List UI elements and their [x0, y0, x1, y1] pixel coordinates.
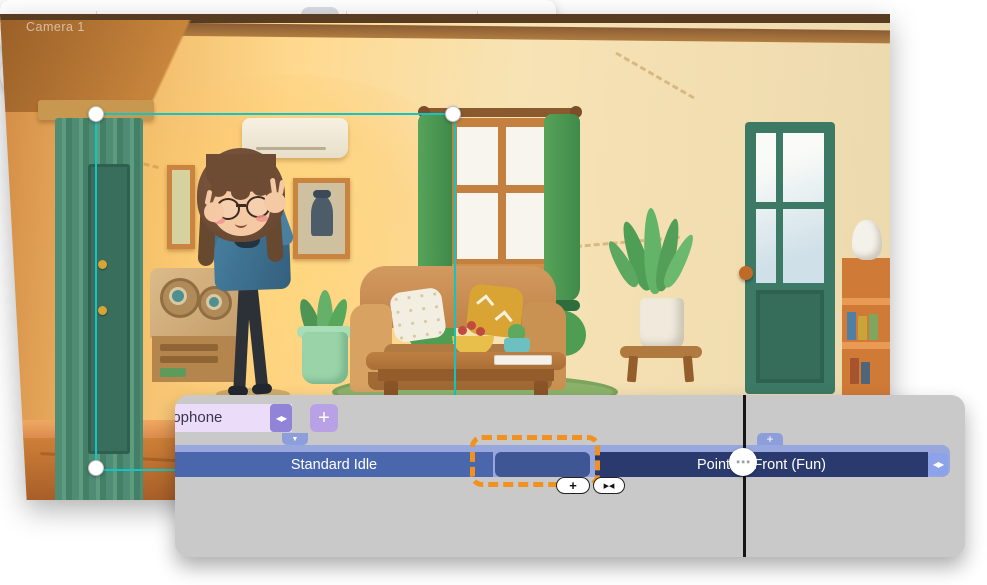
selection-handle-bottom-left[interactable]	[88, 460, 104, 476]
align-segments-button[interactable]: ▶◀	[593, 477, 625, 494]
selection-handle-top-left[interactable]	[88, 106, 104, 122]
right-door	[745, 122, 835, 394]
stool-leg	[683, 356, 694, 383]
stool-leg	[627, 356, 638, 383]
add-segment-tab[interactable]: +	[757, 433, 783, 445]
right-door-panel	[756, 290, 824, 383]
segment-resize-handle[interactable]: ◀▶	[928, 453, 948, 476]
berry	[458, 326, 467, 335]
timeline-panel: Microphone ◀▶ + ▼ Standard Idle Pointing…	[175, 395, 965, 557]
pillow-pattern	[476, 294, 494, 312]
camera-label: Camera 1	[26, 20, 85, 34]
motion-segment-pointing-front[interactable]: Pointing Front (Fun)	[595, 452, 928, 477]
wall-shelf	[842, 258, 890, 398]
book	[861, 362, 870, 384]
window-mullion	[498, 127, 506, 259]
book	[847, 312, 856, 340]
audio-track-label: Microphone	[175, 404, 222, 432]
book-on-table	[494, 355, 552, 365]
add-audio-button[interactable]: +	[310, 404, 338, 432]
berry	[467, 321, 476, 330]
shelf-board	[842, 342, 890, 349]
wall-crack	[615, 52, 694, 100]
right-door-mullion	[756, 202, 824, 209]
book	[858, 316, 867, 340]
segment-more-button[interactable]: ⋯	[729, 448, 757, 476]
collapse-track-tab[interactable]: ▼	[282, 433, 308, 445]
white-jug	[852, 220, 882, 260]
right-door-knob	[739, 266, 753, 280]
window-mullion	[457, 185, 547, 193]
motion-segment-standard-idle[interactable]: Standard Idle	[175, 452, 493, 477]
berry	[476, 327, 485, 336]
book	[850, 358, 859, 384]
book	[869, 314, 878, 340]
insert-segment-button[interactable]: +	[556, 477, 590, 494]
selection-handle-top-right[interactable]	[445, 106, 461, 122]
window	[448, 118, 556, 268]
plant-pot	[640, 298, 684, 350]
audio-track-label-clip: Microphone	[175, 404, 270, 432]
succulent	[508, 324, 525, 339]
shelf-board	[842, 298, 890, 305]
audio-track-resize-handle[interactable]: ◀▶	[270, 404, 292, 432]
playhead[interactable]	[743, 395, 746, 557]
